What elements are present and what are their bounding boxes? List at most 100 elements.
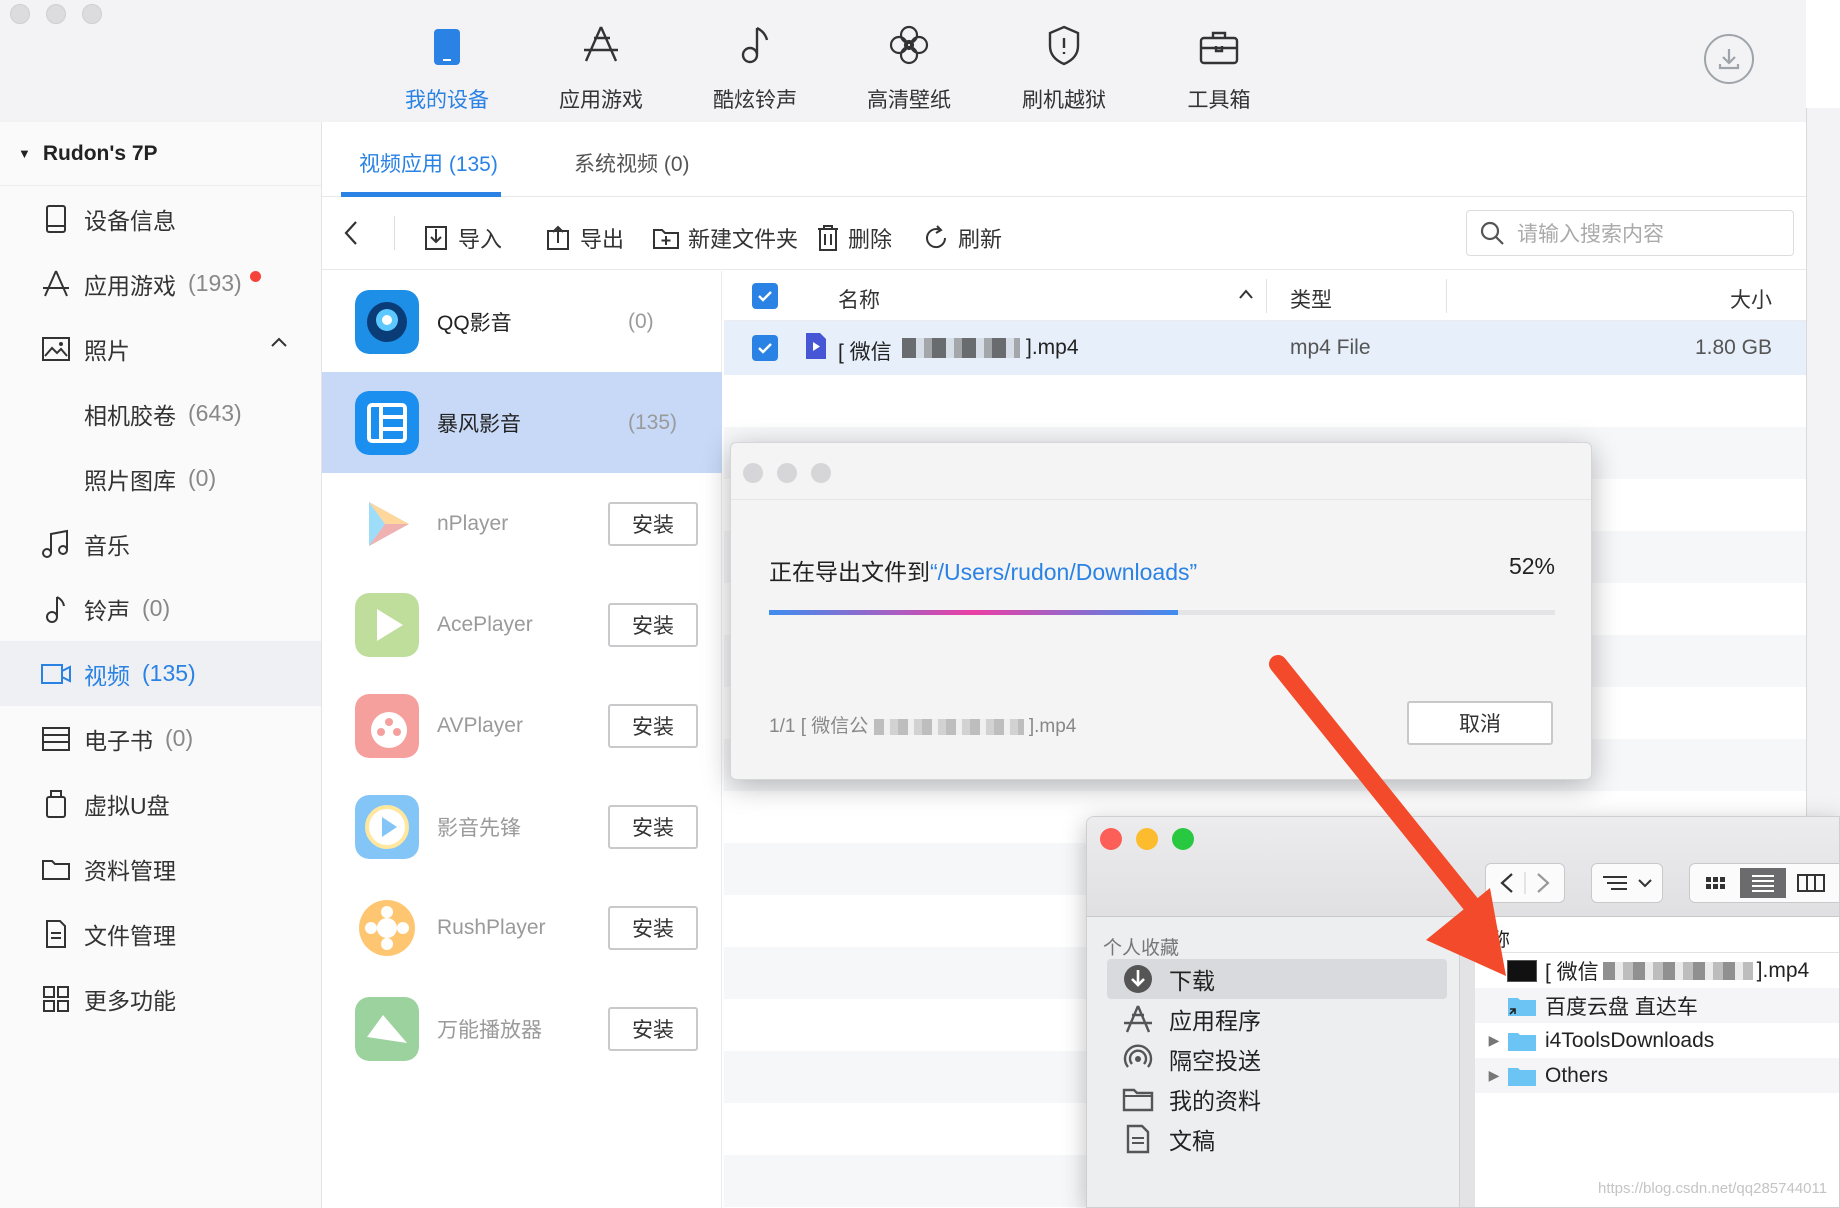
sidebar-item-device-info[interactable]: 设备信息	[0, 186, 321, 251]
flower-icon	[889, 25, 929, 65]
finder-scrollbar[interactable]	[1459, 917, 1475, 1207]
nav-jailbreak[interactable]: 刷机越狱	[999, 14, 1129, 114]
minimize-window-button[interactable]	[46, 4, 66, 24]
delete-button[interactable]: 删除	[816, 222, 892, 254]
nav-label: 酷炫铃声	[713, 89, 797, 112]
tab-video-apps[interactable]: 视频应用 (135)	[359, 148, 498, 178]
import-button[interactable]: 导入	[422, 222, 502, 254]
export-path: “/Users/rudon/Downloads”	[930, 559, 1198, 585]
install-button[interactable]: 安装	[608, 602, 698, 647]
new-folder-button[interactable]: 新建文件夹	[652, 222, 798, 254]
sidebar-item-count: (0)	[165, 725, 194, 751]
delete-label: 删除	[848, 227, 893, 252]
finder-sidebar-label: 我的资料	[1169, 1088, 1261, 1114]
install-button[interactable]: 安装	[608, 703, 698, 748]
finder-zoom-button[interactable]	[1172, 828, 1194, 850]
device-name: Rudon's 7P	[42, 141, 158, 165]
refresh-button[interactable]: 刷新	[922, 222, 1002, 254]
disclosure-triangle-icon[interactable]: ▶	[1481, 1067, 1507, 1084]
device-header[interactable]: ▼ Rudon's 7P	[0, 122, 321, 186]
dialog-close-button[interactable]	[743, 463, 763, 483]
column-type[interactable]: 类型	[1290, 284, 1332, 314]
app-row-yingyin[interactable]: 影音先锋 安装	[322, 776, 722, 877]
finder-sidebar-documents[interactable]: 文稿	[1107, 1119, 1447, 1159]
sidebar-item-virtual-usb[interactable]: 虚拟U盘	[0, 771, 321, 836]
sidebar-item-video[interactable]: 视频 (135)	[0, 641, 321, 706]
finder-column-name[interactable]: 称	[1475, 917, 1839, 953]
disclosure-triangle-icon[interactable]: ▶	[1481, 1032, 1507, 1049]
finder-sidebar-airdrop[interactable]: 隔空投送	[1107, 1039, 1447, 1079]
app-row-baofeng[interactable]: 暴风影音 (135)	[322, 372, 722, 473]
finder-row-name: Others	[1545, 1063, 1609, 1087]
search-icon	[1480, 221, 1504, 245]
sidebar-item-ebooks[interactable]: 电子书 (0)	[0, 706, 321, 771]
export-icon	[547, 225, 569, 250]
install-button[interactable]: 安装	[608, 1006, 698, 1051]
nav-my-device[interactable]: 我的设备	[382, 14, 512, 114]
select-all-checkbox[interactable]	[752, 283, 778, 309]
sidebar-item-music[interactable]: 音乐	[0, 511, 321, 576]
sidebar-item-data-management[interactable]: 资料管理	[0, 836, 321, 901]
app-row-universal-player[interactable]: 万能播放器 安装	[322, 978, 722, 1079]
column-size[interactable]: 大小	[1730, 284, 1772, 314]
app-row-rushplayer[interactable]: RushPlayer 安装	[322, 877, 722, 978]
zoom-window-button[interactable]	[82, 4, 102, 24]
install-button[interactable]: 安装	[608, 905, 698, 950]
table-row[interactable]: [ 微信 ].mp4 mp4 File 1.80 GB	[724, 321, 1806, 375]
finder-sidebar-section: 个人收藏	[1103, 938, 1180, 959]
ringtone-icon	[46, 595, 65, 623]
finder-row-baidu-alias[interactable]: 百度云盘 直达车	[1475, 988, 1839, 1023]
sidebar-item-label: 文件管理	[84, 922, 176, 949]
app-row-aceplayer[interactable]: AcePlayer 安装	[322, 574, 722, 675]
finder-back-forward[interactable]	[1485, 863, 1565, 903]
finder-row-others[interactable]: ▶ Others	[1475, 1058, 1839, 1093]
nav-toolbox[interactable]: 工具箱	[1154, 14, 1284, 114]
row-checkbox[interactable]	[752, 335, 778, 361]
dialog-zoom-button[interactable]	[811, 463, 831, 483]
finder-sidebar-my-files[interactable]: 我的资料	[1107, 1079, 1447, 1119]
sidebar-item-ringtones[interactable]: 铃声 (0)	[0, 576, 321, 641]
download-circle-icon	[1124, 965, 1152, 993]
finder-close-button[interactable]	[1100, 828, 1122, 850]
install-button[interactable]: 安装	[608, 804, 698, 849]
back-arrow-icon	[344, 221, 357, 245]
install-button[interactable]: 安装	[608, 501, 698, 546]
sidebar-item-photos[interactable]: 照片	[0, 316, 321, 381]
sidebar-item-more[interactable]: 更多功能	[0, 966, 321, 1031]
music-icon	[42, 529, 68, 558]
disclosure-triangle-icon[interactable]: ▼	[18, 146, 31, 161]
app-row-nplayer[interactable]: nPlayer 安装	[322, 473, 722, 574]
download-button[interactable]	[1704, 34, 1754, 84]
finder-arrange-menu[interactable]	[1591, 863, 1663, 903]
close-window-button[interactable]	[10, 4, 30, 24]
finder-row-video[interactable]: [ 微信 ].mp4	[1475, 953, 1839, 988]
sidebar-item-apps[interactable]: 应用游戏 (193)	[0, 251, 321, 316]
search-input[interactable]: 请输入搜索内容	[1466, 210, 1794, 256]
finder-minimize-button[interactable]	[1136, 828, 1158, 850]
finder-sidebar-applications[interactable]: 应用程序	[1107, 999, 1447, 1039]
cancel-button[interactable]: 取消	[1407, 701, 1553, 745]
app-name: 暴风影音	[437, 412, 521, 436]
nav-apps-games[interactable]: 应用游戏	[536, 14, 666, 114]
nav-ringtones[interactable]: 酷炫铃声	[690, 14, 820, 114]
sidebar-item-label: 音乐	[84, 532, 130, 559]
export-button[interactable]: 导出	[544, 222, 624, 254]
sidebar-item-camera-roll[interactable]: 相机胶卷 (643)	[0, 381, 321, 446]
sidebar-item-photo-library[interactable]: 照片图库 (0)	[0, 446, 321, 511]
export-label: 导出	[580, 227, 625, 252]
dialog-minimize-button[interactable]	[777, 463, 797, 483]
back-button[interactable]	[342, 218, 368, 248]
column-name[interactable]: 名称	[838, 284, 880, 314]
tab-system-videos[interactable]: 系统视频 (0)	[574, 148, 690, 178]
app-row-qq-player[interactable]: QQ影音 (0)	[322, 271, 722, 372]
folder-alias-icon	[1508, 997, 1536, 1016]
chevron-up-icon[interactable]	[270, 336, 288, 348]
sidebar-item-file-management[interactable]: 文件管理	[0, 901, 321, 966]
finder-sidebar-downloads[interactable]: 下载	[1107, 959, 1447, 999]
finder-row-i4tools[interactable]: ▶ i4ToolsDownloads	[1475, 1023, 1839, 1058]
grid-icon	[43, 985, 69, 1012]
sort-ascending-icon[interactable]	[1238, 288, 1254, 300]
app-row-avplayer[interactable]: AVPlayer 安装	[322, 675, 722, 776]
nav-wallpapers[interactable]: 高清壁纸	[844, 14, 974, 114]
finder-view-switcher[interactable]	[1689, 863, 1839, 903]
